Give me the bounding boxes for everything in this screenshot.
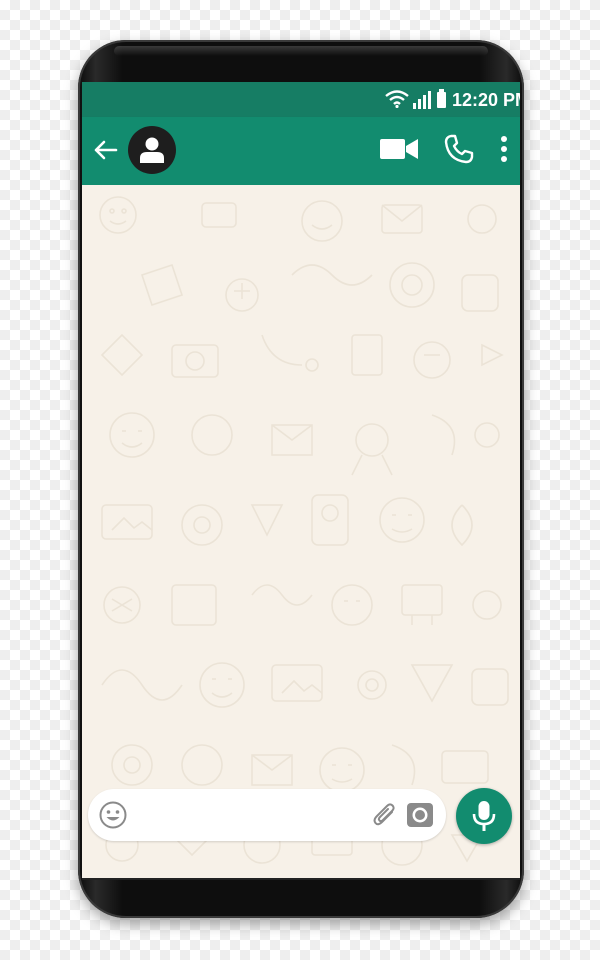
chat-header bbox=[82, 117, 520, 185]
message-input[interactable] bbox=[140, 799, 364, 833]
emoji-icon[interactable] bbox=[98, 800, 128, 830]
battery-icon bbox=[437, 89, 446, 108]
more-options-icon[interactable] bbox=[498, 134, 510, 164]
signal-icon bbox=[413, 91, 431, 109]
status-time: 12:20 PM bbox=[452, 90, 520, 110]
chat-background bbox=[82, 185, 520, 878]
avatar[interactable] bbox=[128, 126, 176, 174]
attach-icon[interactable] bbox=[372, 801, 398, 829]
status-bar: 12:20 PM bbox=[82, 82, 520, 117]
video-call-icon[interactable] bbox=[380, 137, 418, 161]
wifi-icon bbox=[385, 90, 409, 108]
camera-icon[interactable] bbox=[406, 802, 434, 828]
screen-bottom-edge bbox=[82, 878, 520, 880]
phone-screen: 12:20 PM bbox=[82, 82, 520, 878]
back-arrow-icon[interactable] bbox=[92, 139, 118, 161]
mic-icon bbox=[472, 801, 496, 831]
doodle-wallpaper bbox=[99, 196, 509, 866]
message-composer bbox=[88, 789, 446, 841]
phone-call-icon[interactable] bbox=[444, 134, 474, 164]
voice-message-button[interactable] bbox=[456, 788, 512, 844]
avatar-icon bbox=[140, 137, 164, 163]
